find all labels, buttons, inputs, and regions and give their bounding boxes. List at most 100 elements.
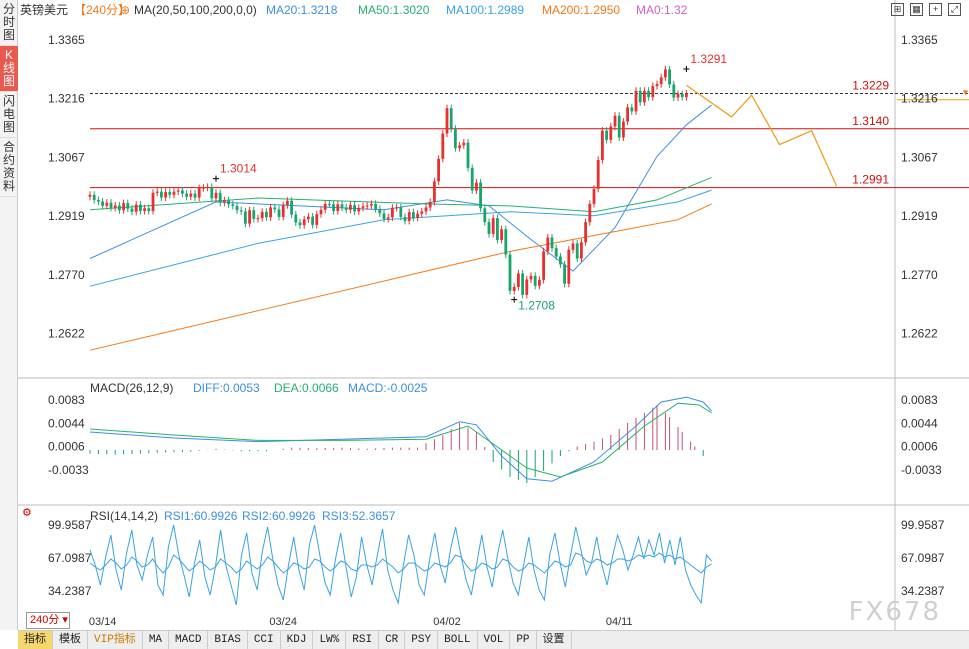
indicator-tab-0[interactable]: 指标 xyxy=(18,631,53,649)
candle-body xyxy=(88,194,92,197)
candle-body xyxy=(302,219,306,226)
candle-body xyxy=(252,210,256,219)
indicator-tab-2[interactable]: VIP指标 xyxy=(88,631,143,649)
macd-axis-tick-left: 0.0083 xyxy=(48,393,85,407)
add-icon[interactable]: + xyxy=(929,3,942,16)
header-item-0: 英镑美元 xyxy=(20,2,68,17)
candle-body xyxy=(483,208,487,223)
indicator-tab-12[interactable]: BOLL xyxy=(438,631,478,649)
candle-body xyxy=(378,209,382,214)
rsi-axis-tick-left: 99.9587 xyxy=(48,518,92,532)
macd-dea-line xyxy=(89,402,712,478)
candle-body xyxy=(529,275,533,280)
candle-body xyxy=(626,107,629,122)
candle-body xyxy=(239,210,243,212)
window-controls: ⊞ ▦ + ⤢ xyxy=(891,3,961,16)
indicator-tab-8[interactable]: LW% xyxy=(313,631,347,649)
candle-body xyxy=(151,192,155,212)
candle-body xyxy=(172,191,176,195)
candle-body xyxy=(680,93,684,98)
candle-body xyxy=(542,251,545,280)
candle-body xyxy=(315,214,319,225)
ma-line-ma200 xyxy=(89,203,712,351)
left-tab-1[interactable]: K 线 图 xyxy=(0,46,18,92)
candle-body xyxy=(403,216,407,221)
rsi-axis-tick-left: 67.0987 xyxy=(48,551,92,565)
candle-body xyxy=(139,204,142,212)
candle-body xyxy=(374,203,377,210)
candle-body xyxy=(454,128,457,149)
macd-axis-tick: 0.0083 xyxy=(901,393,938,407)
candle-body xyxy=(244,211,247,224)
header-item-6: MA100:1.2989 xyxy=(446,3,524,17)
extreme-label: 1.2708 xyxy=(518,299,555,313)
candle-body xyxy=(470,167,474,191)
candle-body xyxy=(256,218,260,220)
indicator-tab-9[interactable]: RSI xyxy=(346,631,380,649)
indicator-tab-10[interactable]: CR xyxy=(379,631,406,649)
header-item-5: MA50:1.3020 xyxy=(358,3,430,17)
indicator-tab-7[interactable]: KDJ xyxy=(281,631,314,649)
candle-body xyxy=(147,208,151,212)
candle-body xyxy=(185,193,188,197)
indicator-tab-15[interactable]: 设置 xyxy=(537,631,572,649)
candle-body xyxy=(365,205,369,207)
period-selector[interactable]: 240分 ▾ xyxy=(26,612,70,629)
candle-body xyxy=(109,202,113,208)
rsi-title: RSI(14,14,2) xyxy=(90,509,158,523)
level-label: 1.3140 xyxy=(852,114,889,128)
price-axis-tick-left: 1.2622 xyxy=(48,327,85,341)
left-view-tabs: 分 时 图K 线 图闪 电 图合 约 资 料 xyxy=(0,0,18,630)
candle-body xyxy=(538,279,541,286)
price-axis-tick-left: 1.2919 xyxy=(48,209,85,223)
level-label: 1.3229 xyxy=(852,79,889,93)
candle-body xyxy=(101,201,104,206)
candle-body xyxy=(370,203,373,206)
left-tab-3[interactable]: 合 约 资 料 xyxy=(0,138,18,197)
rsi-settings-icon: ⚙ xyxy=(22,507,32,519)
indicator-tab-6[interactable]: CCI xyxy=(248,631,281,649)
candle-body xyxy=(559,256,562,265)
indicator-tab-13[interactable]: VOL xyxy=(478,631,511,649)
expand-icon[interactable]: ⤢ xyxy=(948,3,961,16)
rsi-axis-tick: 34.2387 xyxy=(901,584,945,598)
candle-body xyxy=(638,90,642,103)
header-item-3: MA(20,50,100,200,0,0) xyxy=(134,3,257,17)
candle-body xyxy=(361,206,365,208)
extreme-marker xyxy=(213,175,219,182)
left-tab-0[interactable]: 分 时 图 xyxy=(0,0,18,46)
indicator-tab-11[interactable]: PSY xyxy=(405,631,439,649)
candle-body xyxy=(554,248,558,257)
current-price-arrow: ▾ xyxy=(963,88,968,99)
candle-body xyxy=(487,222,491,234)
candle-body xyxy=(571,243,575,250)
macd-axis-tick-left: -0.0033 xyxy=(48,463,89,477)
candle-body xyxy=(105,202,109,206)
chart-area[interactable]: 1.3365 1.3365 1.3216 1.3216 1.3067 1.3067 1.29… xyxy=(18,0,969,630)
indicator-tab-4[interactable]: MACD xyxy=(169,631,209,649)
indicator-tab-5[interactable]: BIAS xyxy=(208,631,248,649)
candle-body xyxy=(672,84,676,98)
left-tab-2[interactable]: 闪 电 图 xyxy=(0,92,18,138)
candle-body xyxy=(353,205,356,212)
indicator-tab-3[interactable]: MA xyxy=(143,631,170,649)
price-axis-tick: 1.3365 xyxy=(901,33,938,47)
grid-icon[interactable]: ▦ xyxy=(910,3,923,16)
indicator-tab-1[interactable]: 模板 xyxy=(53,631,88,649)
indicator-tab-14[interactable]: PP xyxy=(510,631,537,649)
macd-diff: DIFF:0.0053 xyxy=(193,381,260,395)
candle-body xyxy=(265,211,268,218)
extreme-label: 1.3014 xyxy=(220,162,257,176)
layout-icon[interactable]: ⊞ xyxy=(891,3,904,16)
candle-body xyxy=(260,211,264,219)
candle-body xyxy=(630,107,634,112)
candle-body xyxy=(227,200,230,205)
candle-body xyxy=(550,237,554,249)
extreme-marker xyxy=(683,66,690,73)
candle-body xyxy=(441,133,445,159)
candle-body xyxy=(668,69,671,85)
header-item-2: ⊕ xyxy=(120,3,130,17)
candle-body xyxy=(659,77,663,85)
candle-body xyxy=(344,207,348,210)
candle-body xyxy=(290,200,293,215)
